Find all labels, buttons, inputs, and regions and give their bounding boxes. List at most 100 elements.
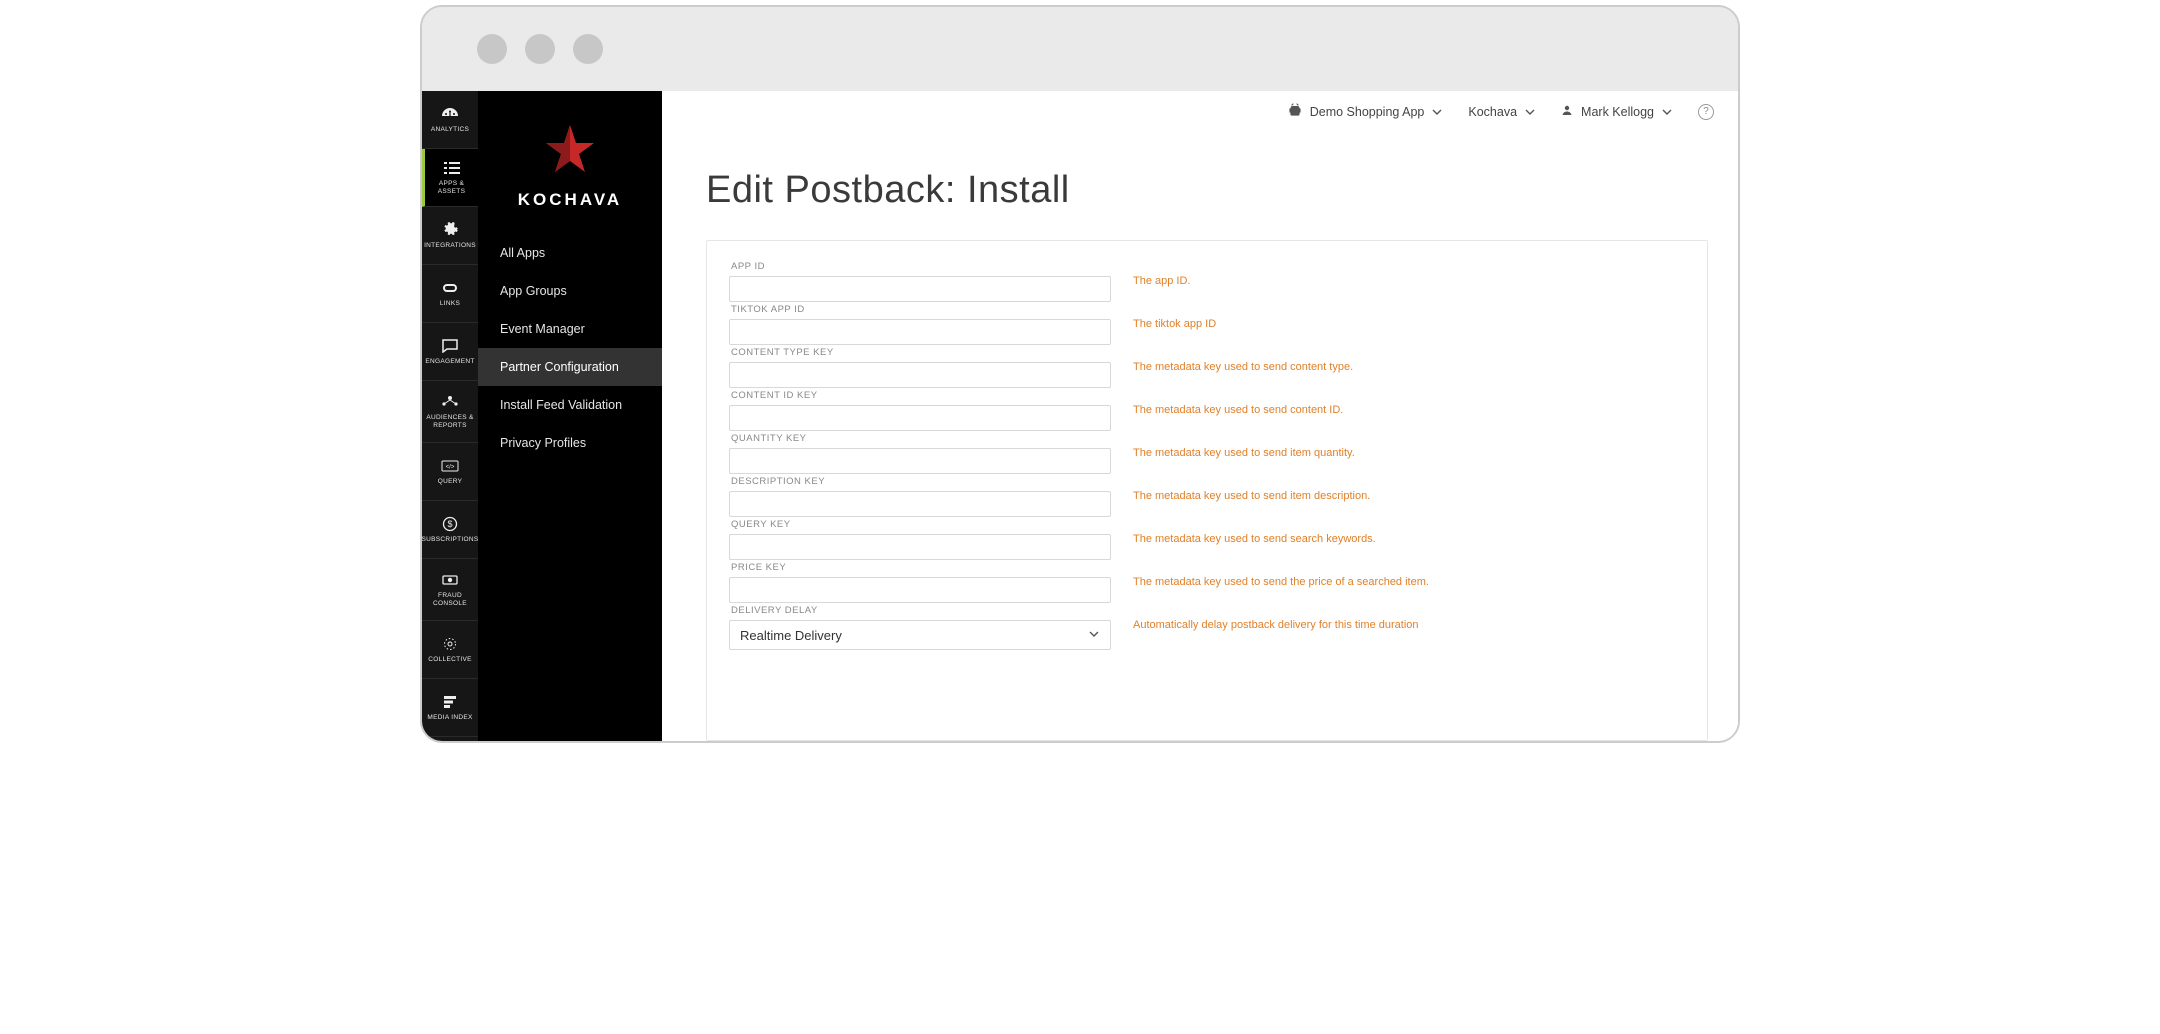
rail-item-audiences-reports[interactable]: AUDIENCES & REPORTS xyxy=(422,381,478,443)
field-row-app-id: APP ID The app ID. xyxy=(727,261,1707,302)
code-icon: </> xyxy=(440,457,460,475)
field-row-query-key: QUERY KEY The metadata key used to send … xyxy=(727,519,1707,560)
field-label: TIKTOK APP ID xyxy=(729,304,1133,315)
rail-item-analytics[interactable]: ANALYTICS xyxy=(422,91,478,149)
brand-block: KOCHAVA xyxy=(478,91,662,234)
query-key-input[interactable] xyxy=(729,534,1111,560)
field-label: PRICE KEY xyxy=(729,562,1133,573)
field-help: Automatically delay postback delivery fo… xyxy=(1133,605,1419,631)
field-row-quantity-key: QUANTITY KEY The metadata key used to se… xyxy=(727,433,1707,474)
rail-item-integrations[interactable]: INTEGRATIONS xyxy=(422,207,478,265)
field-help: The metadata key used to send item descr… xyxy=(1133,476,1370,502)
subnav-item-app-groups[interactable]: App Groups xyxy=(478,272,662,310)
topbar: Demo Shopping App Kochava Mark Kellogg ? xyxy=(662,95,1738,129)
app-selector-label: Demo Shopping App xyxy=(1310,105,1425,119)
user-icon xyxy=(1561,104,1573,119)
window-control-dot xyxy=(525,34,555,64)
field-help: The metadata key used to send the price … xyxy=(1133,562,1429,588)
stack-icon xyxy=(440,693,460,711)
field-help: The metadata key used to send item quant… xyxy=(1133,433,1355,459)
field-label: QUERY KEY xyxy=(729,519,1133,530)
rail-label: SUBSCRIPTIONS xyxy=(422,536,479,544)
rail-label: ENGAGEMENT xyxy=(425,358,474,366)
list-icon xyxy=(442,159,462,177)
camera-icon xyxy=(440,571,460,589)
rail-item-apps-assets[interactable]: APPS & ASSETS xyxy=(422,149,478,207)
subnav-item-privacy-profiles[interactable]: Privacy Profiles xyxy=(478,424,662,462)
delivery-delay-select[interactable]: Realtime Delivery xyxy=(729,620,1111,650)
main-content: Demo Shopping App Kochava Mark Kellogg ?… xyxy=(662,91,1738,741)
rail-item-media-index[interactable]: MEDIA INDEX xyxy=(422,679,478,737)
field-row-content-type-key: CONTENT TYPE KEY The metadata key used t… xyxy=(727,347,1707,388)
field-row-delivery-delay: DELIVERY DELAY Realtime Delivery Automat… xyxy=(727,605,1707,650)
rail-label: COLLECTIVE xyxy=(428,656,471,664)
tiktok-app-id-input[interactable] xyxy=(729,319,1111,345)
field-label: CONTENT ID KEY xyxy=(729,390,1133,401)
field-help: The metadata key used to send content ty… xyxy=(1133,347,1353,373)
link-icon xyxy=(440,279,460,297)
star-icon xyxy=(542,121,598,182)
brand-name: KOCHAVA xyxy=(518,190,622,210)
dollar-circle-icon: $ xyxy=(440,515,460,533)
field-row-content-id-key: CONTENT ID KEY The metadata key used to … xyxy=(727,390,1707,431)
rail-item-fraud-console[interactable]: FRAUD CONSOLE xyxy=(422,559,478,621)
android-icon xyxy=(1288,103,1302,120)
field-row-description-key: DESCRIPTION KEY The metadata key used to… xyxy=(727,476,1707,517)
field-help: The metadata key used to send content ID… xyxy=(1133,390,1343,416)
field-label: DELIVERY DELAY xyxy=(729,605,1133,616)
rail-label: ANALYTICS xyxy=(431,126,469,134)
rail-label: QUERY xyxy=(438,478,463,486)
window-control-dot xyxy=(573,34,603,64)
description-key-input[interactable] xyxy=(729,491,1111,517)
field-row-tiktok-app-id: TIKTOK APP ID The tiktok app ID xyxy=(727,304,1707,345)
secondary-nav: KOCHAVA All Apps App Groups Event Manage… xyxy=(478,91,662,741)
svg-text:$: $ xyxy=(447,519,452,529)
subnav-item-event-manager[interactable]: Event Manager xyxy=(478,310,662,348)
select-value: Realtime Delivery xyxy=(740,628,842,643)
help-button[interactable]: ? xyxy=(1698,104,1714,120)
org-selector-label: Kochava xyxy=(1468,105,1517,119)
browser-window: ANALYTICS APPS & ASSETS INTEGRATIONS LIN… xyxy=(420,5,1740,743)
field-help: The tiktok app ID xyxy=(1133,304,1216,330)
chat-icon xyxy=(440,337,460,355)
primary-nav-rail: ANALYTICS APPS & ASSETS INTEGRATIONS LIN… xyxy=(422,91,478,741)
content-type-key-input[interactable] xyxy=(729,362,1111,388)
rail-label: MEDIA INDEX xyxy=(427,714,472,722)
subnav-item-all-apps[interactable]: All Apps xyxy=(478,234,662,272)
rail-item-links[interactable]: LINKS xyxy=(422,265,478,323)
subnav-item-partner-configuration[interactable]: Partner Configuration xyxy=(478,348,662,386)
quantity-key-input[interactable] xyxy=(729,448,1111,474)
org-selector[interactable]: Kochava xyxy=(1468,105,1535,119)
rail-item-subscriptions[interactable]: $ SUBSCRIPTIONS xyxy=(422,501,478,559)
app-id-input[interactable] xyxy=(729,276,1111,302)
form-card: APP ID The app ID. TIKTOK APP ID The tik… xyxy=(706,240,1708,741)
rail-item-query[interactable]: </> QUERY xyxy=(422,443,478,501)
chevron-down-icon xyxy=(1662,107,1672,117)
price-key-input[interactable] xyxy=(729,577,1111,603)
chevron-down-icon xyxy=(1432,107,1442,117)
chevron-down-icon xyxy=(1088,628,1100,643)
rail-label: APPS & ASSETS xyxy=(438,180,465,196)
radial-icon xyxy=(440,635,460,653)
field-row-price-key: PRICE KEY The metadata key used to send … xyxy=(727,562,1707,603)
gear-icon xyxy=(440,221,460,239)
subnav-item-install-feed-validation[interactable]: Install Feed Validation xyxy=(478,386,662,424)
app-shell: ANALYTICS APPS & ASSETS INTEGRATIONS LIN… xyxy=(422,91,1738,741)
user-menu[interactable]: Mark Kellogg xyxy=(1561,104,1672,119)
field-help: The metadata key used to send search key… xyxy=(1133,519,1376,545)
content-id-key-input[interactable] xyxy=(729,405,1111,431)
rail-label: LINKS xyxy=(440,300,460,308)
field-label: QUANTITY KEY xyxy=(729,433,1133,444)
window-titlebar xyxy=(422,7,1738,91)
rail-item-collective[interactable]: COLLECTIVE xyxy=(422,621,478,679)
svg-text:</>: </> xyxy=(446,465,455,471)
user-name: Mark Kellogg xyxy=(1581,105,1654,119)
gauge-icon xyxy=(440,105,460,123)
app-selector[interactable]: Demo Shopping App xyxy=(1288,103,1443,120)
rail-label: AUDIENCES & REPORTS xyxy=(426,414,473,430)
rail-label: FRAUD CONSOLE xyxy=(433,592,467,608)
people-icon xyxy=(440,393,460,411)
rail-label: INTEGRATIONS xyxy=(424,242,476,250)
rail-item-engagement[interactable]: ENGAGEMENT xyxy=(422,323,478,381)
field-label: CONTENT TYPE KEY xyxy=(729,347,1133,358)
